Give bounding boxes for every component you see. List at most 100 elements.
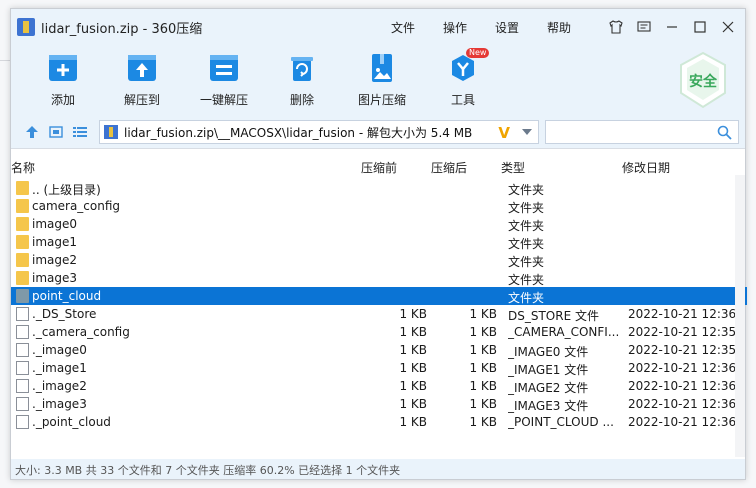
size-after: 1 KB <box>469 379 497 393</box>
title-bar[interactable]: lidar_fusion.zip - 360压缩 文件 操作 设置 帮助 <box>11 9 745 45</box>
file-row-parent[interactable]: .. (上级目录) 文件夹 <box>11 179 747 197</box>
message-icon[interactable] <box>633 16 655 38</box>
file-icon <box>16 307 29 321</box>
thumbnail-view-icon[interactable] <box>49 126 63 138</box>
file-icon <box>16 397 29 411</box>
menu-settings[interactable]: 设置 <box>495 19 519 36</box>
maximize-icon[interactable] <box>689 16 711 38</box>
file-icon <box>16 325 29 339</box>
file-type: 文件夹 <box>508 219 545 233</box>
file-row-selected[interactable]: point_cloud 文件夹 <box>11 287 747 305</box>
file-type: _POINT_CLOUD ... <box>508 415 614 429</box>
file-name: ._image0 <box>32 343 87 357</box>
add-button[interactable]: 添加 <box>33 51 93 108</box>
file-row[interactable]: ._image0 1 KB 1 KB _IMAGE0 文件 2022-10-21… <box>11 341 747 359</box>
file-name: image2 <box>32 253 78 267</box>
col-before[interactable]: 压缩前 <box>361 159 397 176</box>
file-name: point_cloud <box>32 289 102 303</box>
file-type: 文件夹 <box>508 237 545 251</box>
path-dropdown-icon[interactable] <box>522 129 532 135</box>
file-row[interactable]: image0 文件夹 <box>11 215 747 233</box>
file-row[interactable]: camera_config 文件夹 <box>11 197 747 215</box>
add-label: 添加 <box>50 93 75 107</box>
file-name: image3 <box>32 271 78 285</box>
folder-icon <box>16 235 29 249</box>
v-badge-icon[interactable]: V <box>498 124 510 142</box>
add-icon <box>46 51 80 85</box>
menu-file[interactable]: 文件 <box>391 19 415 36</box>
modified-date: 2022-10-21 12:36 <box>628 307 737 321</box>
file-row[interactable]: ._camera_config 1 KB 1 KB _CAMERA_CONFI.… <box>11 323 747 341</box>
archive-window: lidar_fusion.zip - 360压缩 文件 操作 设置 帮助 添加 … <box>10 8 747 480</box>
size-before: 1 KB <box>399 397 427 411</box>
file-type: 文件夹 <box>508 183 545 197</box>
menu-action[interactable]: 操作 <box>443 19 467 36</box>
file-type: 文件夹 <box>508 273 545 287</box>
address-bar: lidar_fusion.zip\__MACOSX\lidar_fusion -… <box>11 115 745 149</box>
extract-to-button[interactable]: 解压到 <box>112 51 172 108</box>
path-field[interactable]: lidar_fusion.zip\__MACOSX\lidar_fusion -… <box>99 120 539 144</box>
search-input[interactable] <box>550 121 710 143</box>
modified-date: 2022-10-21 12:36 <box>628 415 737 429</box>
search-field[interactable] <box>545 120 739 144</box>
file-icon <box>16 343 29 357</box>
file-name: ._image1 <box>32 361 87 375</box>
size-before: 1 KB <box>399 307 427 321</box>
file-type: DS_STORE 文件 <box>508 309 599 323</box>
file-row[interactable]: ._image3 1 KB 1 KB _IMAGE3 文件 2022-10-21… <box>11 395 747 413</box>
modified-date: 2022-10-21 12:35 <box>628 325 737 339</box>
file-row[interactable]: ._image1 1 KB 1 KB _IMAGE1 文件 2022-10-21… <box>11 359 747 377</box>
file-type: _IMAGE0 文件 <box>508 345 589 359</box>
delete-button[interactable]: 删除 <box>272 51 332 108</box>
new-badge: New <box>466 48 490 58</box>
file-row[interactable]: image1 文件夹 <box>11 233 747 251</box>
file-type: 文件夹 <box>508 255 545 269</box>
minimize-icon[interactable] <box>661 16 683 38</box>
col-after[interactable]: 压缩后 <box>431 159 467 176</box>
close-icon[interactable] <box>717 16 739 38</box>
file-type: _IMAGE2 文件 <box>508 381 589 395</box>
safe-label: 安全 <box>689 74 717 90</box>
file-name: ._DS_Store <box>32 307 97 321</box>
file-row[interactable]: ._point_cloud 1 KB 1 KB _POINT_CLOUD ...… <box>11 413 747 431</box>
file-type: _IMAGE1 文件 <box>508 363 589 377</box>
file-row[interactable]: ._DS_Store 1 KB 1 KB DS_STORE 文件 2022-10… <box>11 305 747 323</box>
modified-date: 2022-10-21 12:36 <box>628 361 737 375</box>
delete-label: 删除 <box>289 93 314 107</box>
col-name[interactable]: 名称 <box>11 159 35 176</box>
file-name: .. (上级目录) <box>32 183 101 197</box>
one-click-extract-icon <box>207 51 241 85</box>
file-row[interactable]: image2 文件夹 <box>11 251 747 269</box>
image-compress-icon <box>365 51 399 85</box>
list-view-icon[interactable] <box>73 126 87 138</box>
file-row[interactable]: ._image2 1 KB 1 KB _IMAGE2 文件 2022-10-21… <box>11 377 747 395</box>
file-name: ._image3 <box>32 397 87 411</box>
vertical-scrollbar[interactable] <box>735 175 745 457</box>
up-arrow-icon[interactable] <box>25 126 39 138</box>
image-compress-button[interactable]: 图片压缩 <box>352 51 412 108</box>
col-date[interactable]: 修改日期 <box>622 159 670 176</box>
file-type: _CAMERA_CONFI... <box>508 325 620 339</box>
modified-date: 2022-10-21 12:36 <box>628 397 737 411</box>
size-before: 1 KB <box>399 325 427 339</box>
file-row[interactable]: image3 文件夹 <box>11 269 747 287</box>
size-after: 1 KB <box>469 397 497 411</box>
menu-help[interactable]: 帮助 <box>547 19 571 36</box>
file-icon <box>16 415 29 429</box>
toolbar: 添加 解压到 一键解压 删除 图片压缩 New 工具 安全 <box>11 45 745 115</box>
zip-file-icon <box>104 125 118 139</box>
tools-button[interactable]: New 工具 <box>433 48 493 108</box>
folder-icon <box>16 289 29 303</box>
skin-shirt-icon[interactable] <box>605 16 627 38</box>
column-header: 名称 压缩前 压缩后 类型 修改日期 <box>11 157 747 175</box>
col-type[interactable]: 类型 <box>501 159 525 176</box>
search-icon[interactable] <box>717 125 732 143</box>
one-click-extract-label: 一键解压 <box>199 93 248 107</box>
safe-shield-badge[interactable]: 安全 <box>677 51 729 109</box>
size-before: 1 KB <box>399 343 427 357</box>
file-type: 文件夹 <box>508 201 545 215</box>
file-icon <box>16 361 29 375</box>
file-name: ._point_cloud <box>32 415 111 429</box>
one-click-extract-button[interactable]: 一键解压 <box>194 51 254 108</box>
file-name: image0 <box>32 217 78 231</box>
